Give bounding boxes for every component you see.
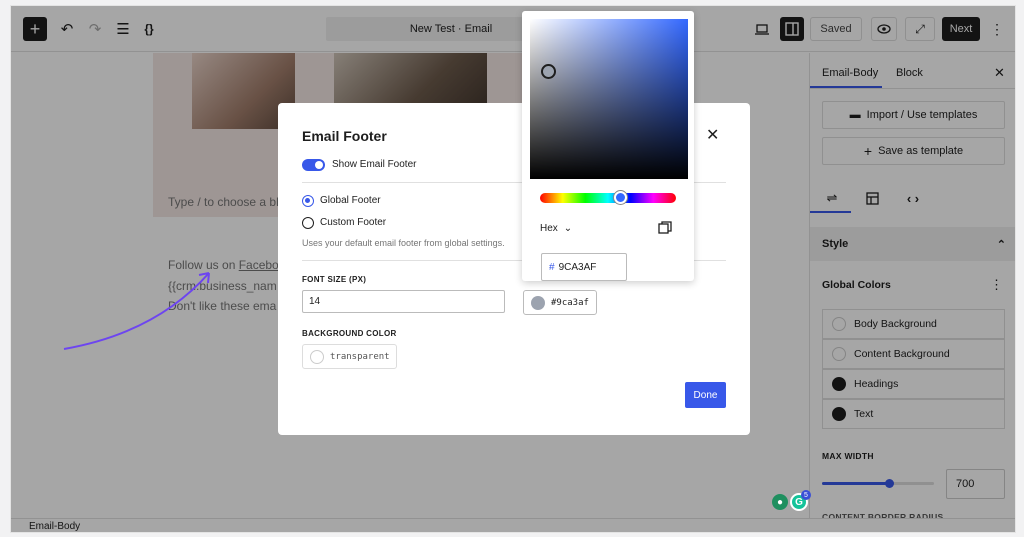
custom-footer-radio[interactable]: [302, 217, 314, 229]
color-swatch: [531, 295, 545, 310]
text-color-button[interactable]: #9ca3af: [523, 290, 597, 315]
font-size-input[interactable]: 14: [302, 290, 505, 313]
chevron-down-icon: ⌄: [563, 223, 573, 234]
footer-help-text: Uses your default email footer from glob…: [302, 238, 505, 248]
saturation-value-area[interactable]: [530, 19, 688, 179]
global-footer-radio[interactable]: [302, 195, 314, 207]
color-format-select[interactable]: Hex ⌄: [540, 223, 572, 234]
transparent-swatch: [310, 349, 324, 364]
hex-input[interactable]: #9CA3AF: [541, 253, 627, 281]
close-modal-icon[interactable]: ✕: [706, 125, 719, 145]
bg-color-button[interactable]: transparent: [302, 344, 397, 369]
annotation-arrow: [63, 272, 210, 350]
custom-footer-label: Custom Footer: [320, 217, 387, 228]
hue-handle[interactable]: [614, 191, 627, 204]
color-selector-handle[interactable]: [541, 64, 556, 79]
font-size-label: FONT SIZE (PX): [302, 275, 367, 284]
color-picker-popover: Hex ⌄ #9CA3AF: [522, 11, 694, 281]
show-footer-label: Show Email Footer: [332, 159, 417, 170]
hue-slider[interactable]: [540, 193, 676, 203]
global-footer-label: Global Footer: [320, 195, 381, 206]
editor-window: + ↶ ↷ ☰ {} New Test · Email Saved ⤢ Next…: [10, 5, 1016, 533]
done-button[interactable]: Done: [685, 382, 726, 408]
assistant-icon[interactable]: ●: [772, 494, 788, 510]
show-footer-toggle[interactable]: [302, 159, 325, 171]
copy-icon[interactable]: [658, 221, 672, 238]
modal-title: Email Footer: [302, 128, 387, 144]
notification-badge: 5: [801, 490, 811, 500]
bg-color-label: BACKGROUND COLOR: [302, 329, 397, 338]
